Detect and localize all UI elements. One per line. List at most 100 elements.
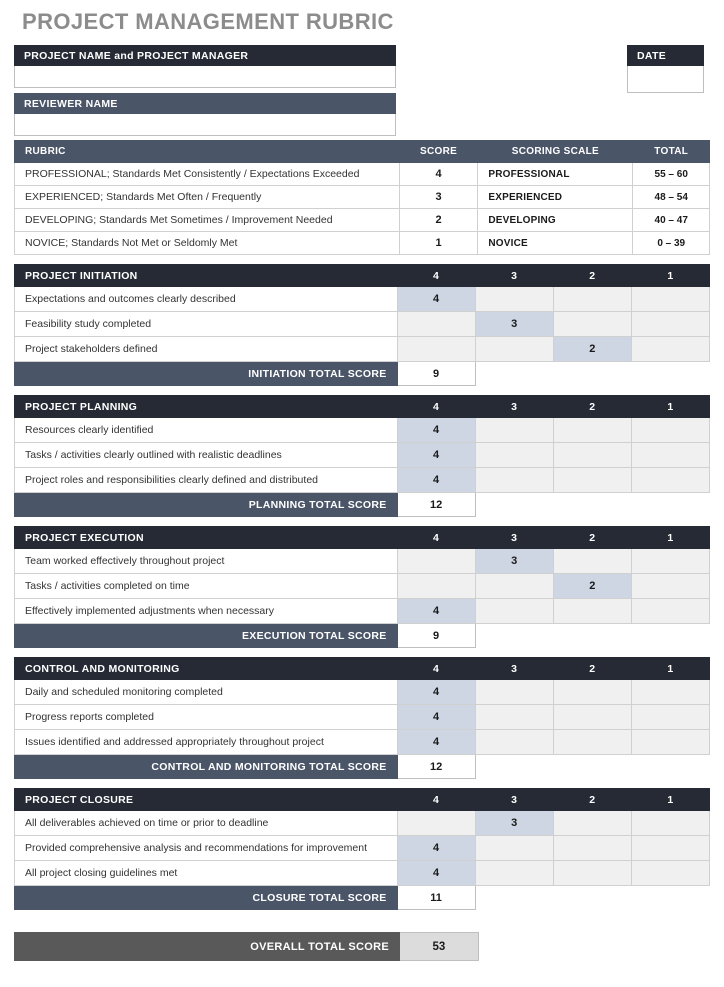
section-total-value[interactable]: 9: [396, 623, 476, 648]
criterion-score-cell[interactable]: [630, 336, 711, 362]
criterion-score-cell[interactable]: [552, 598, 632, 624]
criterion-score-cell[interactable]: [552, 704, 632, 730]
section-total-row: PLANNING TOTAL SCORE 12: [14, 492, 710, 517]
criterion-score-cell[interactable]: 2: [552, 336, 632, 362]
criterion-score-cell[interactable]: 4: [396, 286, 476, 312]
criterion-score-cell[interactable]: [630, 835, 711, 861]
criterion-score-cell[interactable]: [474, 679, 554, 705]
criterion-score-cell[interactable]: [630, 810, 711, 836]
criterion-score-cell[interactable]: [630, 286, 711, 312]
criterion-score-cell[interactable]: [474, 336, 554, 362]
criterion-score-cell[interactable]: [552, 679, 632, 705]
criterion-score-cell[interactable]: [474, 860, 554, 886]
criterion-score-cell[interactable]: [474, 286, 554, 312]
criterion-score-cell[interactable]: [552, 442, 632, 468]
criterion-score-cell[interactable]: [630, 442, 711, 468]
date-input[interactable]: [627, 66, 704, 93]
criterion-score-cell[interactable]: [552, 548, 632, 574]
criterion-score-cell[interactable]: [396, 573, 476, 599]
criterion-score-cell[interactable]: [630, 467, 711, 493]
criterion-label: All deliverables achieved on time or pri…: [14, 810, 398, 836]
criterion-score-cell[interactable]: 4: [396, 417, 476, 443]
criterion-score-cell[interactable]: [630, 860, 711, 886]
section-total-row: EXECUTION TOTAL SCORE 9: [14, 623, 710, 648]
criterion-score-cell[interactable]: 3: [474, 548, 554, 574]
criterion-score-cell[interactable]: [396, 311, 476, 337]
section-total-value[interactable]: 12: [396, 492, 476, 517]
criterion-score-cell[interactable]: [552, 810, 632, 836]
criterion-score-cell[interactable]: 4: [396, 835, 476, 861]
rubric-header-total: TOTAL: [632, 140, 710, 163]
rubric-level-description: EXPERIENCED; Standards Met Often / Frequ…: [14, 185, 400, 209]
section-total-value[interactable]: 12: [396, 754, 476, 779]
rubric-header-score: SCORE: [398, 140, 479, 163]
overall-total-value[interactable]: 53: [399, 932, 479, 961]
section-header-row: PROJECT INITIATION 4 3 2 1: [14, 264, 711, 287]
section-total-label: PLANNING TOTAL SCORE: [14, 492, 398, 517]
section-total-filler: [631, 362, 709, 386]
rubric-legend-row: PROFESSIONAL; Standards Met Consistently…: [14, 162, 710, 186]
criterion-score-cell[interactable]: 4: [396, 860, 476, 886]
criterion-row: Feasibility study completed 3: [14, 311, 711, 337]
criterion-score-cell[interactable]: [552, 729, 632, 755]
criterion-row: Project stakeholders defined 2: [14, 336, 711, 362]
criterion-score-cell[interactable]: [396, 810, 476, 836]
section-rating-column-header: 4: [396, 264, 476, 287]
section-rating-column-header: 4: [396, 395, 476, 418]
rubric-level-scale: EXPERIENCED: [477, 185, 634, 209]
rubric-level-total-range: 55 – 60: [632, 162, 710, 186]
criterion-score-cell[interactable]: [552, 860, 632, 886]
criterion-score-cell[interactable]: [630, 417, 711, 443]
criterion-score-cell[interactable]: [630, 704, 711, 730]
reviewer-name-input[interactable]: [14, 114, 396, 136]
criterion-score-cell[interactable]: [474, 467, 554, 493]
page-title: PROJECT MANAGEMENT RUBRIC: [22, 9, 394, 34]
section-title: PROJECT CLOSURE: [14, 788, 398, 811]
criterion-score-cell[interactable]: 3: [474, 810, 554, 836]
criterion-score-cell[interactable]: [474, 704, 554, 730]
criterion-row: Provided comprehensive analysis and reco…: [14, 835, 711, 861]
section-total-value[interactable]: 11: [396, 885, 476, 910]
criterion-score-cell[interactable]: [396, 336, 476, 362]
criterion-score-cell[interactable]: 4: [396, 442, 476, 468]
criterion-score-cell[interactable]: [474, 573, 554, 599]
section-title: PROJECT INITIATION: [14, 264, 398, 287]
criterion-score-cell[interactable]: 4: [396, 679, 476, 705]
criterion-score-cell[interactable]: [396, 548, 476, 574]
criterion-score-cell[interactable]: [552, 417, 632, 443]
criterion-score-cell[interactable]: 4: [396, 467, 476, 493]
criterion-score-cell[interactable]: [552, 835, 632, 861]
section-rating-column-header: 2: [552, 526, 632, 549]
criterion-score-cell[interactable]: 2: [552, 573, 632, 599]
section-total-value[interactable]: 9: [396, 361, 476, 386]
criterion-score-cell[interactable]: 4: [396, 704, 476, 730]
criterion-score-cell[interactable]: [630, 729, 711, 755]
section-table: PROJECT EXECUTION 4 3 2 1 Team worked effecti…: [14, 526, 711, 648]
criterion-score-cell[interactable]: 3: [474, 311, 554, 337]
section-rating-column-header: 4: [396, 657, 476, 680]
criterion-score-cell[interactable]: [630, 548, 711, 574]
project-name-input[interactable]: [14, 66, 396, 88]
rubric-level-description: PROFESSIONAL; Standards Met Consistently…: [14, 162, 400, 186]
rubric-level-scale: DEVELOPING: [477, 208, 634, 232]
criterion-score-cell[interactable]: [552, 286, 632, 312]
section-rating-column-header: 1: [630, 526, 711, 549]
criterion-score-cell[interactable]: [474, 417, 554, 443]
identity-block: PROJECT NAME and PROJECT MANAGER REVIEWE…: [14, 45, 710, 136]
section-total-label: INITIATION TOTAL SCORE: [14, 361, 398, 386]
section-rating-column-header: 2: [552, 788, 632, 811]
criterion-score-cell[interactable]: 4: [396, 729, 476, 755]
criterion-score-cell[interactable]: [630, 679, 711, 705]
criterion-score-cell[interactable]: [552, 467, 632, 493]
criterion-row: Expectations and outcomes clearly descri…: [14, 286, 711, 312]
criterion-score-cell[interactable]: [630, 598, 711, 624]
criterion-score-cell[interactable]: [630, 311, 711, 337]
criterion-score-cell[interactable]: [474, 835, 554, 861]
criterion-score-cell[interactable]: [474, 442, 554, 468]
criterion-score-cell[interactable]: 4: [396, 598, 476, 624]
criterion-score-cell[interactable]: [474, 729, 554, 755]
rubric-level-description: NOVICE; Standards Not Met or Seldomly Me…: [14, 231, 400, 255]
criterion-score-cell[interactable]: [630, 573, 711, 599]
criterion-score-cell[interactable]: [474, 598, 554, 624]
criterion-score-cell[interactable]: [552, 311, 632, 337]
